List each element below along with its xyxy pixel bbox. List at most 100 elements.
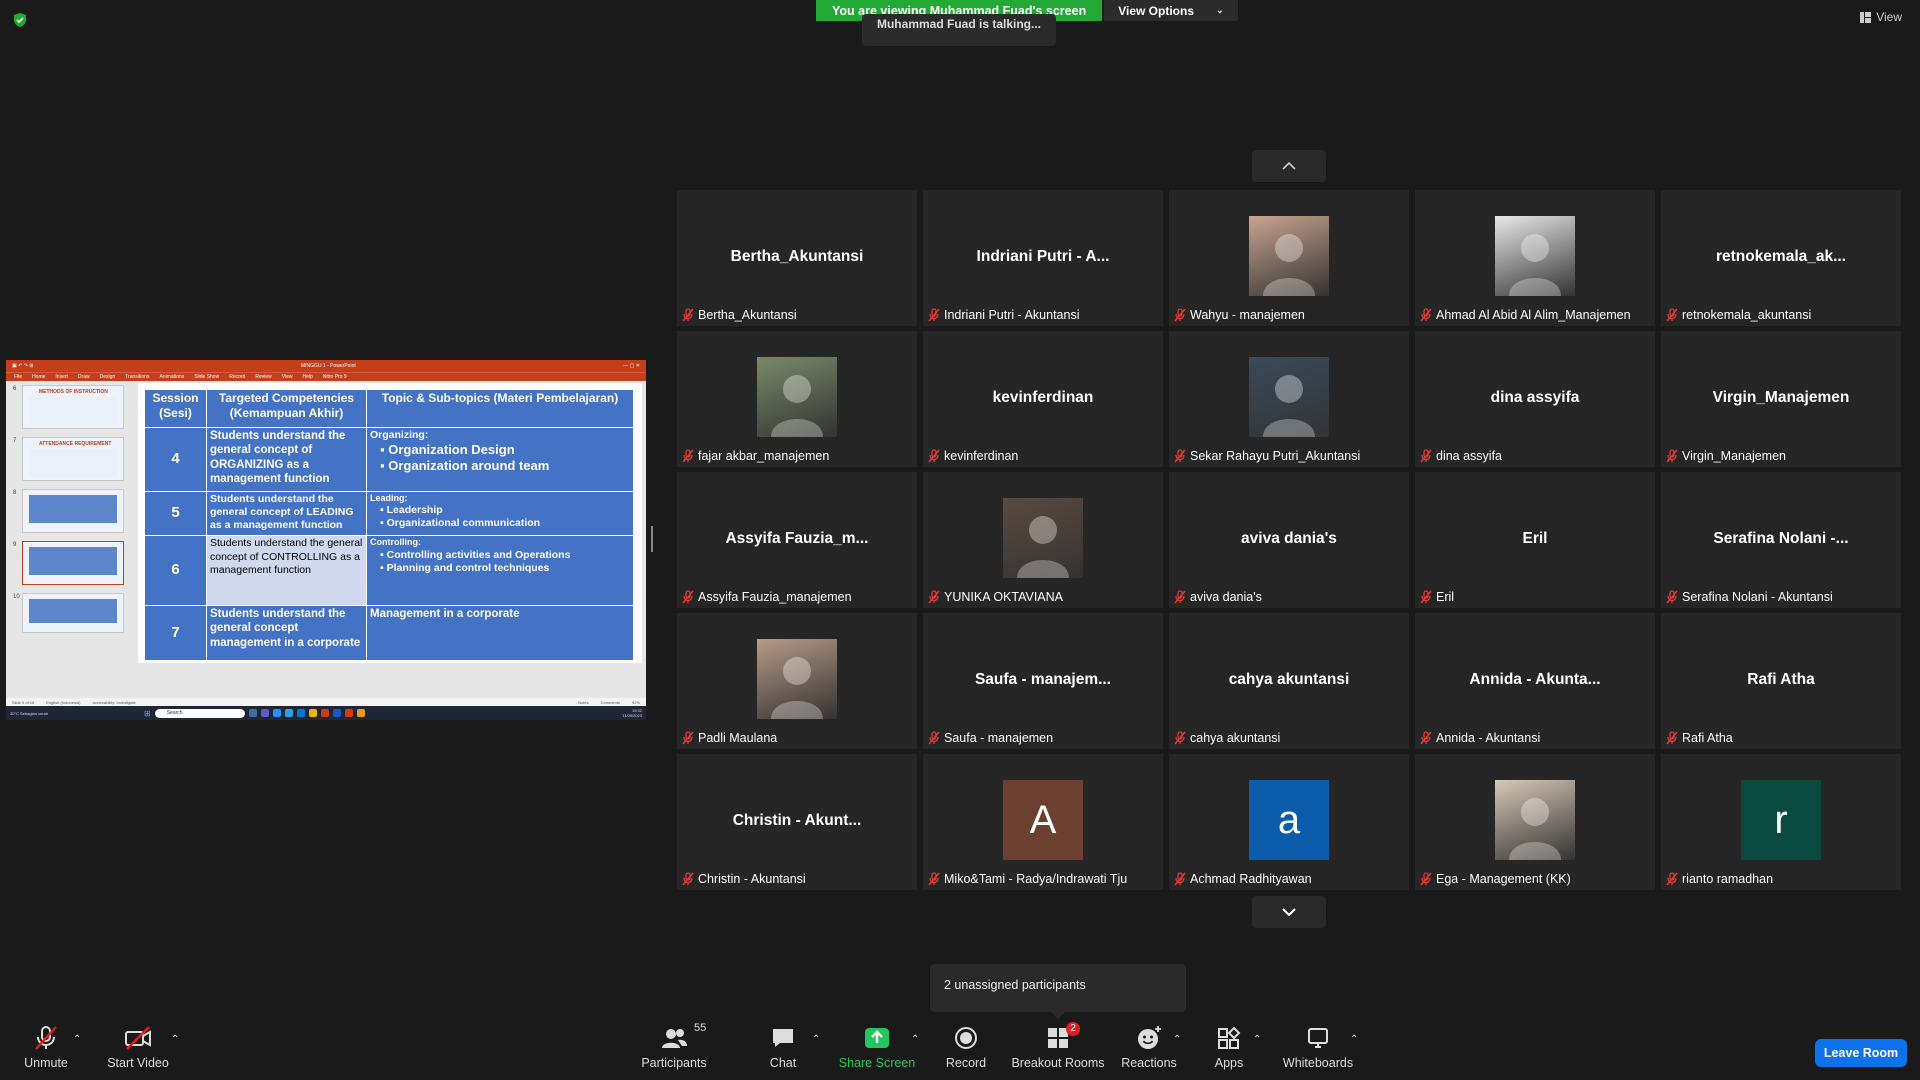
thumbnail-preview bbox=[29, 449, 117, 477]
participant-tile[interactable]: Sekar Rahayu Putri_Akuntansi bbox=[1169, 331, 1409, 467]
breakout-rooms-label: Breakout Rooms bbox=[1011, 1056, 1105, 1070]
participant-tile[interactable]: Indriani Putri - A... Indriani Putri - Ak… bbox=[923, 190, 1163, 326]
whiteboards-button[interactable]: Whiteboards bbox=[1268, 1024, 1368, 1070]
audio-options-caret-icon[interactable]: ⌃ bbox=[73, 1034, 81, 1045]
participant-display-name: aviva dania's bbox=[1241, 530, 1337, 547]
thumbnail-preview bbox=[29, 599, 117, 623]
participant-name-label: Christin - Akuntansi bbox=[681, 870, 806, 888]
participant-tile[interactable]: Eril Eril bbox=[1415, 472, 1655, 608]
start-video-button[interactable]: Start Video bbox=[88, 1024, 188, 1070]
participant-tile[interactable]: Padli Maulana bbox=[677, 613, 917, 749]
record-button[interactable]: Record bbox=[916, 1024, 1016, 1070]
topic-cell: Leading: ▪ Leadership ▪ Organizational c… bbox=[366, 490, 634, 537]
participant-tile[interactable]: aviva dania's aviva dania's bbox=[1169, 472, 1409, 608]
participant-tile[interactable]: dina assyifa dina assyifa bbox=[1415, 331, 1655, 467]
topic-head: Controlling: bbox=[370, 537, 421, 548]
participant-name-label: Saufa - manajemen bbox=[927, 729, 1053, 747]
gallery-next-page-button[interactable] bbox=[1252, 896, 1326, 928]
participant-tile[interactable]: Wahyu - manajemen bbox=[1169, 190, 1409, 326]
unmute-button[interactable]: Unmute bbox=[0, 1024, 96, 1070]
security-shield-icon[interactable] bbox=[12, 12, 28, 28]
panel-resize-handle[interactable] bbox=[651, 526, 653, 552]
participants-label: Participants bbox=[641, 1056, 707, 1070]
thumbnail-number: 7 bbox=[13, 438, 17, 444]
participant-display-name: dina assyifa bbox=[1490, 389, 1580, 406]
powerpoint-ribbon: File Home Insert Draw Design Transitions Anima… bbox=[6, 372, 646, 381]
participant-tile[interactable]: cahya akuntansi cahya akuntansi bbox=[1169, 613, 1409, 749]
participant-tile[interactable]: Serafina Nolani -... Serafina Nolani - Ak… bbox=[1661, 472, 1901, 608]
participant-tile[interactable]: Ahmad Al Abid Al Alim_Manajemen bbox=[1415, 190, 1655, 326]
participant-name: rianto ramadhan bbox=[1682, 872, 1774, 886]
weather-widget: 30°C Sebagian cerah bbox=[10, 710, 49, 716]
apps-label: Apps bbox=[1214, 1056, 1244, 1070]
view-button[interactable]: View bbox=[1860, 10, 1902, 24]
participant-name-label: Wahyu - manajemen bbox=[1173, 306, 1305, 324]
shared-screen[interactable]: ▣ ↶ ↷ ⊞ MINGGU 1 - PowerPoint — ▢ ✕ File… bbox=[6, 360, 646, 720]
participant-tile[interactable]: Ega - Management (KK) bbox=[1415, 754, 1655, 890]
taskbar-app-icon bbox=[356, 709, 365, 717]
microphone-muted-icon bbox=[1666, 872, 1678, 886]
competency-cell: Students understand the general concept … bbox=[206, 605, 367, 661]
participant-name: Wahyu - manajemen bbox=[1190, 308, 1305, 322]
participant-tile[interactable]: A Miko&Tami - Radya/Indrawati Tju bbox=[923, 754, 1163, 890]
participants-button[interactable]: 55 Participants bbox=[624, 1022, 724, 1070]
participant-tile[interactable]: r rianto ramadhan bbox=[1661, 754, 1901, 890]
microphone-muted-icon bbox=[928, 308, 940, 322]
participant-tile[interactable]: Bertha_Akuntansi Bertha_Akuntansi bbox=[677, 190, 917, 326]
ribbon-tab: File bbox=[14, 374, 23, 380]
participant-display-name: Assyifa Fauzia_m... bbox=[725, 530, 869, 547]
slide-thumbnail: 6 METHODS OF INSTRUCTION bbox=[13, 385, 124, 429]
participant-tile[interactable]: Saufa - manajem... Saufa - manajemen bbox=[923, 613, 1163, 749]
participant-tile[interactable]: YUNIKA OKTAVIANA bbox=[923, 472, 1163, 608]
share-screen-button[interactable]: Share Screen bbox=[827, 1024, 927, 1070]
whiteboards-options-caret-icon[interactable]: ⌃ bbox=[1350, 1034, 1358, 1045]
participant-name: cahya akuntansi bbox=[1190, 731, 1281, 745]
participant-tile[interactable]: retnokemala_ak... retnokemala_akuntansi bbox=[1661, 190, 1901, 326]
unmute-label: Unmute bbox=[24, 1056, 68, 1070]
participant-tile[interactable]: Assyifa Fauzia_m... Assyifa Fauzia_manaje… bbox=[677, 472, 917, 608]
gallery-prev-page-button[interactable] bbox=[1252, 150, 1326, 182]
taskbar-app-icon bbox=[296, 709, 305, 717]
participant-tile[interactable]: Virgin_Manajemen Virgin_Manajemen bbox=[1661, 331, 1901, 467]
apps-button[interactable]: Apps bbox=[1179, 1024, 1279, 1070]
topic-cell: Management in a corporate bbox=[366, 605, 634, 661]
competency-cell: Students understand the general concept … bbox=[206, 490, 367, 537]
current-slide: Session (Sesi) Targeted Competencies (Ke… bbox=[138, 383, 642, 663]
avatar-photo bbox=[1249, 357, 1329, 437]
apps-options-caret-icon[interactable]: ⌃ bbox=[1253, 1034, 1261, 1045]
participant-name: kevinferdinan bbox=[944, 449, 1019, 463]
avatar: r bbox=[1741, 780, 1821, 860]
participant-tile[interactable]: Annida - Akunta... Annida - Akuntansi bbox=[1415, 613, 1655, 749]
competency-table: Session (Sesi) Targeted Competencies (Ke… bbox=[144, 389, 634, 661]
participant-display-name: Bertha_Akuntansi bbox=[730, 248, 864, 265]
participant-tile[interactable]: a Achmad Radhityawan bbox=[1169, 754, 1409, 890]
chat-button[interactable]: Chat bbox=[733, 1024, 833, 1070]
breakout-rooms-button[interactable]: 2 Breakout Rooms bbox=[1008, 1022, 1108, 1070]
participant-tile[interactable]: kevinferdinan kevinferdinan bbox=[923, 331, 1163, 467]
participant-tile[interactable]: Rafi Atha Rafi Atha bbox=[1661, 613, 1901, 749]
chat-icon bbox=[773, 1029, 793, 1047]
video-options-caret-icon[interactable]: ⌃ bbox=[171, 1034, 179, 1045]
ribbon-tab: Nitro Pro 9 bbox=[322, 374, 347, 380]
powerpoint-title-bar: ▣ ↶ ↷ ⊞ MINGGU 1 - PowerPoint — ▢ ✕ bbox=[6, 360, 646, 372]
windows-start-icon: ⊞ bbox=[144, 708, 151, 718]
participant-name-label: Indriani Putri - Akuntansi bbox=[927, 306, 1080, 324]
microphone-muted-icon bbox=[1174, 308, 1186, 322]
topic-item: ▪ Organization around team bbox=[380, 458, 550, 474]
unassigned-participants-popover[interactable]: 2 unassigned participants bbox=[930, 964, 1186, 1019]
participant-tile[interactable]: fajar akbar_manajemen bbox=[677, 331, 917, 467]
topic-cell: Controlling: ▪ Controlling activities an… bbox=[366, 535, 634, 607]
competency-cell: Students understand the general concept … bbox=[206, 426, 367, 492]
participant-name: Achmad Radhityawan bbox=[1190, 872, 1312, 886]
participant-tile[interactable]: Christin - Akunt... Christin - Akuntansi bbox=[677, 754, 917, 890]
participant-display-name: Saufa - manajem... bbox=[974, 671, 1112, 688]
participant-display-name: Virgin_Manajemen bbox=[1712, 389, 1850, 406]
leave-room-button[interactable]: Leave Room bbox=[1815, 1039, 1907, 1067]
view-options-button[interactable]: View Options ⌄ bbox=[1104, 0, 1238, 21]
participant-display-name: Eril bbox=[1522, 530, 1548, 547]
chat-options-caret-icon[interactable]: ⌃ bbox=[812, 1034, 820, 1045]
taskbar-search: Search bbox=[154, 708, 245, 718]
participant-name-label: Rafi Atha bbox=[1665, 729, 1733, 747]
session-cell: 5 bbox=[144, 490, 207, 537]
share-screen-label: Share Screen bbox=[838, 1056, 916, 1070]
